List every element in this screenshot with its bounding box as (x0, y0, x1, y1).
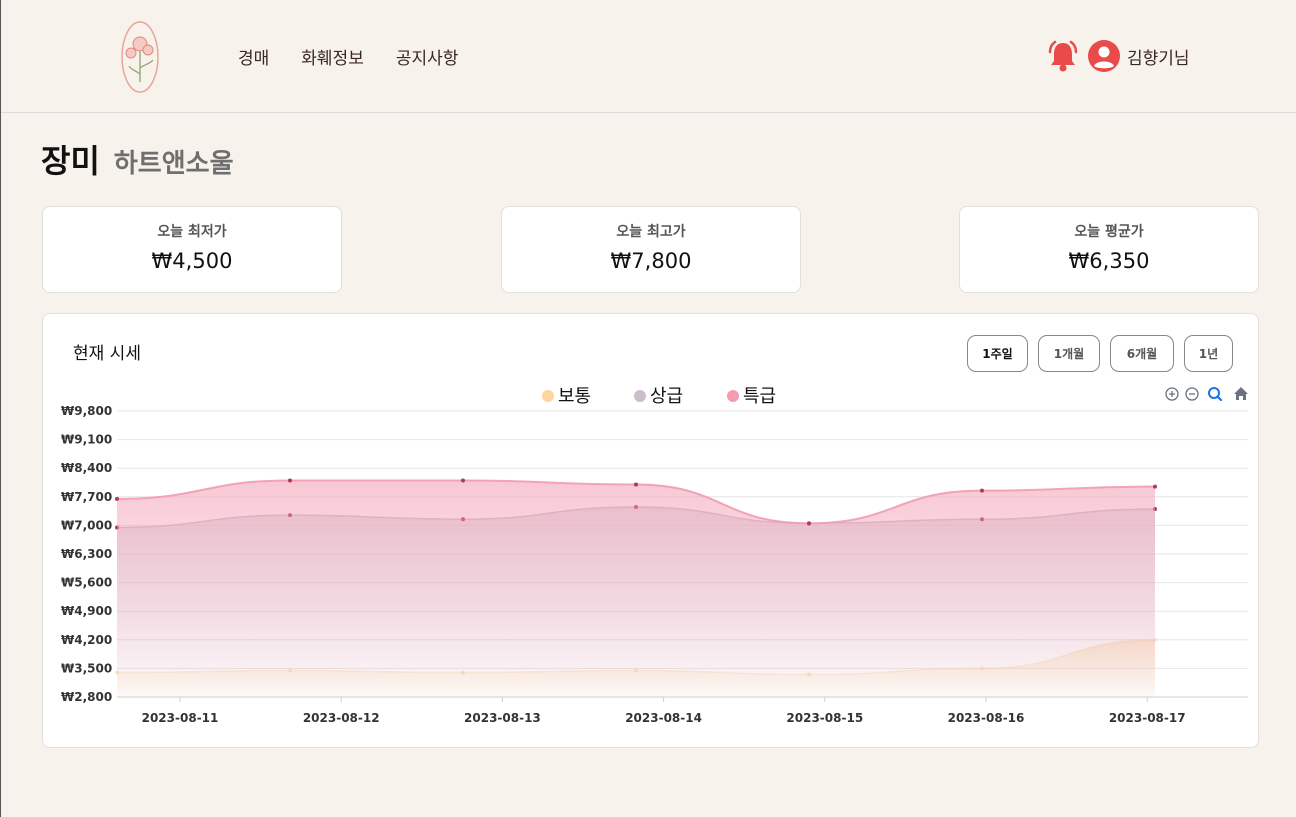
y-tick-label: ₩3,500 (61, 661, 112, 675)
user-name[interactable]: 김향기님 (1127, 44, 1190, 69)
home-icon[interactable] (1234, 387, 1248, 400)
nav-auction[interactable]: 경매 (238, 44, 269, 69)
x-tick-label: 2023-08-14 (625, 711, 702, 725)
x-tick-label: 2023-08-11 (142, 711, 219, 725)
user-area: 김향기님 (1045, 38, 1190, 74)
stat-card-lowest: 오늘 최저가 ₩4,500 (42, 206, 342, 293)
y-tick-label: ₩5,600 (61, 576, 112, 590)
price-chart-panel: 현재 시세 1주일 1개월 6개월 1년 ₩9,800 ₩9,100 ₩8,400 ₩… (42, 313, 1259, 748)
zoom-in-icon[interactable] (1165, 387, 1179, 401)
data-point[interactable] (634, 482, 638, 487)
series-area-특급 (117, 480, 1155, 697)
data-point[interactable] (115, 496, 119, 501)
y-tick-label: ₩9,100 (61, 433, 112, 447)
top-navigation-bar: 경매 화훼정보 공지사항 김향기님 (1, 0, 1296, 113)
data-point[interactable] (807, 521, 811, 526)
legend-label[interactable]: 특급 (743, 386, 776, 407)
price-area-chart: ₩9,800 ₩9,100 ₩8,400 ₩7,700 ₩7,000 ₩6,300 ₩5,6… (61, 386, 1248, 725)
y-tick-label: ₩7,700 (61, 490, 112, 504)
zoom-in-plus (1169, 391, 1175, 397)
zoom-select-handle (1216, 395, 1223, 402)
legend-label[interactable]: 상급 (650, 386, 683, 407)
product-variety: 하트앤소울 (113, 149, 234, 179)
legend-marker (727, 390, 739, 402)
user-icon[interactable] (1087, 39, 1121, 73)
zoom-select-icon[interactable] (1208, 387, 1223, 402)
data-point[interactable] (288, 478, 292, 483)
zoom-out-icon[interactable] (1185, 387, 1199, 401)
stat-value: ₩6,350 (1068, 249, 1150, 273)
nav-notices[interactable]: 공지사항 (396, 44, 459, 69)
legend-marker (542, 390, 554, 402)
stat-card-average: 오늘 평균가 ₩6,350 (959, 206, 1259, 293)
y-tick-label: ₩2,800 (61, 690, 112, 704)
x-tick-label: 2023-08-15 (786, 711, 863, 725)
chart-toolbar (1165, 387, 1248, 402)
stat-label: 오늘 평균가 (1074, 224, 1144, 240)
bell-icon[interactable] (1045, 38, 1081, 74)
x-tick-label: 2023-08-12 (303, 711, 380, 725)
data-point[interactable] (1153, 484, 1157, 489)
product-name: 장미 (41, 142, 100, 180)
y-tick-label: ₩4,900 (61, 604, 112, 618)
stat-value: ₩7,800 (610, 249, 692, 273)
main-nav: 경매 화훼정보 공지사항 (238, 44, 458, 69)
stat-card-highest: 오늘 최고가 ₩7,800 (501, 206, 801, 293)
stat-label: 오늘 최저가 (157, 224, 227, 240)
stat-value: ₩4,500 (151, 249, 233, 273)
x-tick-label: 2023-08-17 (1109, 711, 1186, 725)
stat-label: 오늘 최고가 (616, 224, 686, 240)
x-tick-label: 2023-08-16 (948, 711, 1025, 725)
legend-marker (634, 390, 646, 402)
legend-label[interactable]: 보통 (558, 386, 591, 407)
y-tick-label: ₩8,400 (61, 461, 112, 475)
y-tick-label: ₩9,800 (61, 404, 112, 418)
x-tick-label: 2023-08-13 (464, 711, 541, 725)
flower-logo-icon[interactable] (117, 20, 163, 94)
nav-flower-info[interactable]: 화훼정보 (301, 44, 364, 69)
data-point[interactable] (461, 478, 465, 483)
data-point[interactable] (980, 488, 984, 493)
y-tick-label: ₩4,200 (61, 633, 112, 647)
product-title: 장미 하트앤소울 (41, 136, 234, 182)
y-tick-label: ₩7,000 (61, 518, 112, 532)
y-tick-label: ₩6,300 (61, 547, 112, 561)
